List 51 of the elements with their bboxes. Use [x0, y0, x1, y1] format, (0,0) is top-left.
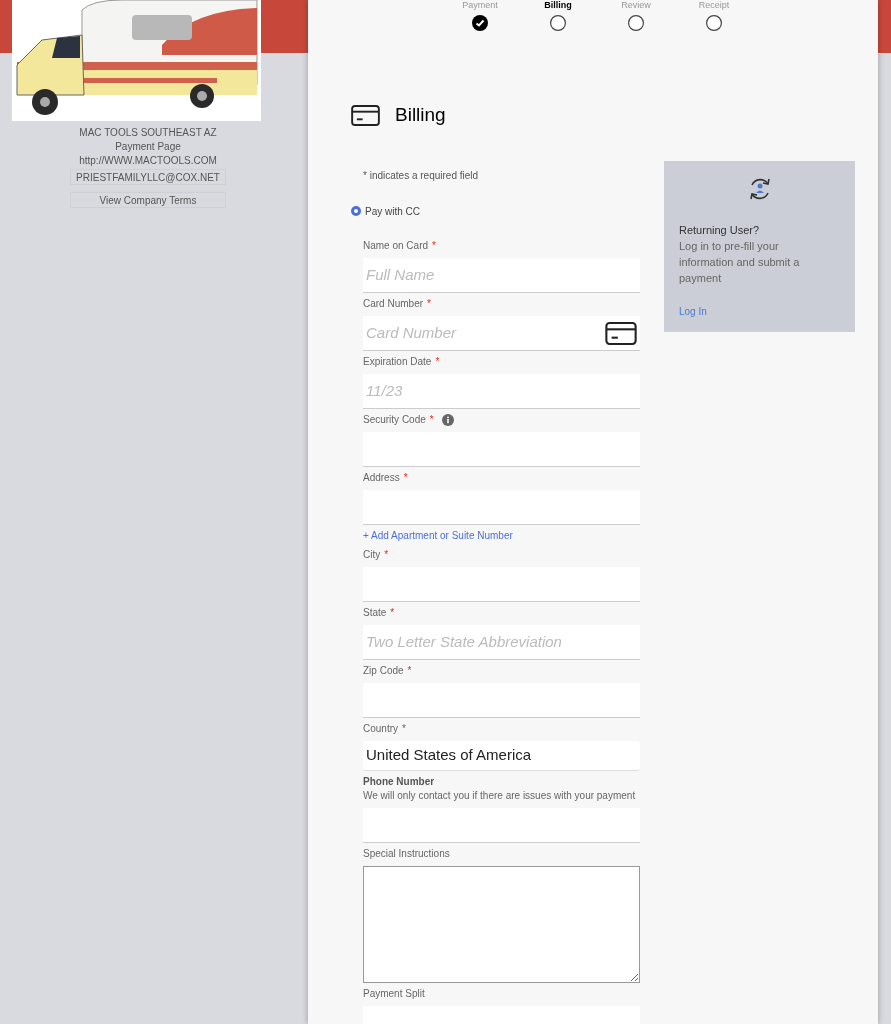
radio-label: Pay with CC: [365, 204, 420, 219]
text-field[interactable]: [363, 807, 640, 843]
required-asterisk: *: [384, 548, 389, 561]
radio-button[interactable]: [351, 206, 361, 216]
field-label: Name on Card: [363, 239, 429, 252]
required-asterisk: *: [390, 606, 395, 619]
add-apartment-link[interactable]: + Add Apartment or Suite Number: [363, 529, 651, 542]
required-asterisk: *: [407, 664, 412, 677]
field-label: State: [363, 606, 387, 619]
required-asterisk: *: [402, 722, 406, 735]
required-asterisk: *: [432, 239, 436, 252]
field-label: Zip Code: [363, 664, 404, 677]
field-label: Security Code: [363, 413, 426, 426]
page-heading: Billing: [395, 103, 446, 127]
instructions-textarea[interactable]: [363, 865, 640, 983]
field-label: Special Instructions: [363, 847, 450, 860]
required-asterisk: *: [429, 413, 434, 426]
required-note: * indicates a required field: [363, 169, 480, 182]
text-field[interactable]: [363, 682, 640, 718]
field-label: Country: [363, 722, 398, 735]
field-label: Address: [363, 471, 400, 484]
text-field[interactable]: Two Letter State Abbreviation: [363, 624, 640, 660]
page-title: Payment Page: [115, 140, 181, 154]
required-asterisk: *: [403, 471, 408, 484]
terms-button[interactable]: View Company Terms: [70, 192, 226, 208]
field-label: Expiration Date: [363, 355, 432, 368]
step-label: Review: [621, 0, 651, 11]
field-label: City: [363, 548, 381, 561]
website-link[interactable]: http://WWW.MACTOOLS.COM: [79, 154, 217, 168]
email-button[interactable]: PRIESTFAMILYLLC@COX.NET: [70, 169, 226, 185]
required-asterisk: *: [427, 297, 431, 310]
credit-card-icon: [351, 104, 380, 126]
text-field[interactable]: [363, 566, 640, 602]
text-field[interactable]: Card Number: [363, 315, 640, 351]
country-select[interactable]: United States of America: [363, 740, 640, 771]
required-asterisk: *: [435, 355, 440, 368]
step-label: Receipt: [698, 0, 730, 11]
step-label: Payment: [462, 0, 498, 11]
text-field[interactable]: [363, 431, 640, 467]
step-label: Billing: [544, 0, 572, 11]
field-label: Phone Number: [363, 775, 435, 788]
text-field[interactable]: Full Name: [363, 257, 640, 293]
returning-user-text: Log in to pre-fill your information and submit a payment: [679, 238, 801, 286]
company-name: MAC TOOLS SOUTHEAST AZ: [79, 126, 217, 140]
help-text: We will only contact you if there are issues with your payment: [363, 789, 637, 802]
header-band: [878, 0, 891, 53]
text-field[interactable]: 11/23: [363, 373, 640, 409]
field-label: Payment Split: [363, 987, 425, 1000]
field-label: Card Number: [363, 297, 424, 310]
returning-user-title: Returning User?: [679, 222, 761, 238]
text-field[interactable]: [363, 489, 640, 525]
